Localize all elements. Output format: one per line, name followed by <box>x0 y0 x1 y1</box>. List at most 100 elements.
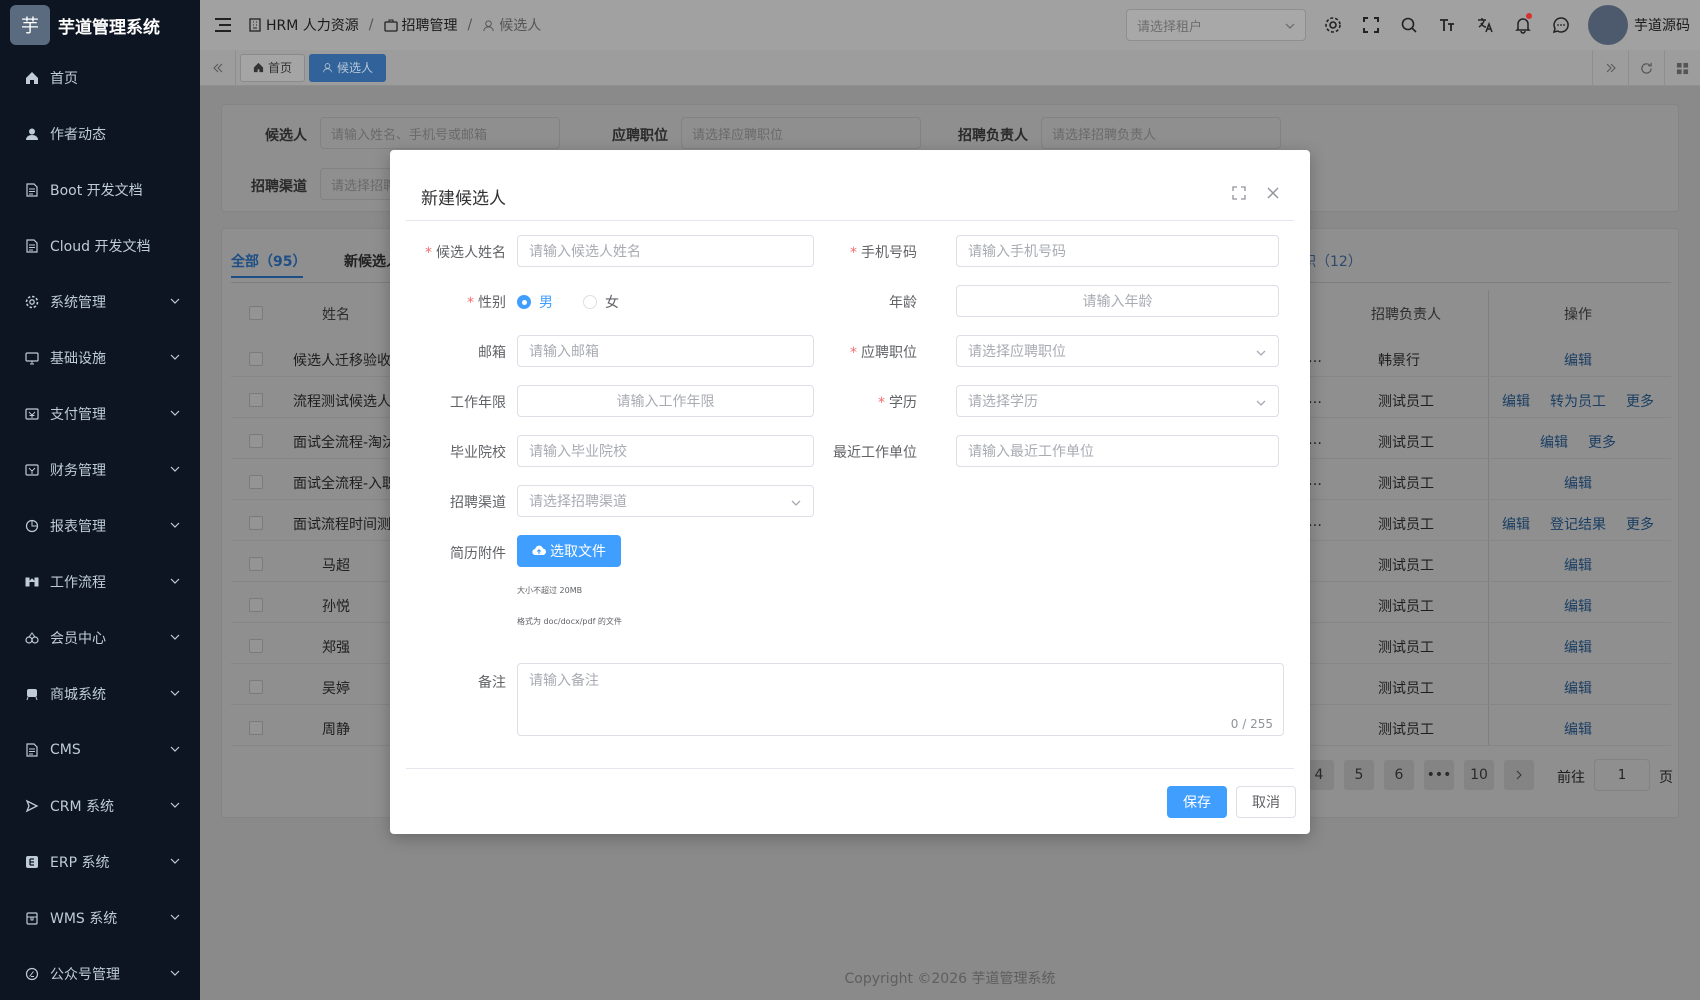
owner-cell: 测试员工 <box>1378 517 1434 533</box>
select-all-checkbox[interactable] <box>249 306 263 320</box>
tenant-select[interactable]: 请选择租户 <box>1126 9 1306 41</box>
tab-other[interactable]: 职（12） <box>1302 251 1362 271</box>
user-name[interactable]: 芋道源码 <box>1634 15 1690 35</box>
double-chevron-left-icon[interactable] <box>200 49 236 86</box>
bell-icon[interactable] <box>1504 0 1542 50</box>
breadcrumb-item[interactable]: 招聘管理 <box>383 15 458 35</box>
user-icon <box>24 126 40 142</box>
row-action-link[interactable]: 编辑 <box>1564 473 1592 493</box>
owner-cell: 测试员工 <box>1378 681 1434 697</box>
school-input[interactable]: 请输入毕业院校 <box>517 435 814 467</box>
row-checkbox[interactable] <box>249 557 263 571</box>
sidebar-item-label: 首页 <box>50 71 78 87</box>
channel-select[interactable]: 请选择招聘渠道 <box>517 485 814 517</box>
candidate-name-input[interactable]: 请输入候选人姓名 <box>517 235 814 267</box>
sidebar-item[interactable]: 商城系统 <box>0 666 200 722</box>
search-position-select[interactable]: 请选择应聘职位 <box>681 117 921 149</box>
search-owner-select[interactable]: 请选择招聘负责人 <box>1041 117 1281 149</box>
logo[interactable]: 芋 芋道管理系统 <box>0 0 200 50</box>
phone-input[interactable]: 请输入手机号码 <box>956 235 1279 267</box>
cancel-button[interactable]: 取消 <box>1236 786 1296 818</box>
recent-company-input[interactable]: 请输入最近工作单位 <box>956 435 1279 467</box>
font-size-icon[interactable] <box>1428 0 1466 50</box>
page-ellipsis[interactable]: ••• <box>1424 760 1454 790</box>
translate-icon[interactable] <box>1466 0 1504 50</box>
sidebar-item[interactable]: WMS 系统 <box>0 890 200 946</box>
chevron-down-icon <box>170 352 180 362</box>
row-action-link[interactable]: 转为员工 <box>1550 391 1606 411</box>
fullscreen-icon[interactable] <box>1232 186 1246 200</box>
row-action-link[interactable]: 编辑 <box>1564 596 1592 616</box>
education-select[interactable]: 请选择学历 <box>956 385 1279 417</box>
sidebar-item[interactable]: Boot 开发文档 <box>0 162 200 218</box>
sidebar-item[interactable]: CMS <box>0 722 200 778</box>
row-action-link[interactable]: 更多 <box>1588 432 1616 452</box>
row-action-link[interactable]: 更多 <box>1626 514 1654 534</box>
sidebar-item[interactable]: 系统管理 <box>0 274 200 330</box>
sidebar-item[interactable]: 基础设施 <box>0 330 200 386</box>
sidebar-item[interactable]: CRM 系统 <box>0 778 200 834</box>
row-checkbox[interactable] <box>249 393 263 407</box>
chat-icon[interactable] <box>1542 0 1580 50</box>
page-button[interactable]: 10 <box>1464 760 1494 790</box>
tag-home[interactable]: 首页 <box>240 53 306 82</box>
search-channel-select[interactable]: 请选择招聘渠道 <box>320 168 400 200</box>
refresh-icon[interactable] <box>1628 50 1664 86</box>
sidebar-item[interactable]: 财务管理 <box>0 442 200 498</box>
education-placeholder: 请选择学历 <box>968 394 1038 410</box>
sidebar-item[interactable]: ERP 系统 <box>0 834 200 890</box>
gender-male-radio[interactable]: 男 <box>517 292 553 312</box>
page-button[interactable]: 5 <box>1344 760 1374 790</box>
tag-candidate[interactable]: 候选人 <box>309 53 387 82</box>
email-input[interactable]: 请输入邮箱 <box>517 335 814 367</box>
age-input[interactable]: 请输入年龄 <box>956 285 1279 317</box>
page-button[interactable]: 6 <box>1384 760 1414 790</box>
sidebar-item[interactable]: 支付管理 <box>0 386 200 442</box>
row-action-link[interactable]: 更多 <box>1626 391 1654 411</box>
remark-textarea[interactable]: 请输入备注 0 / 255 <box>517 663 1284 736</box>
next-page-button[interactable] <box>1504 760 1534 790</box>
row-action-link[interactable]: 编辑 <box>1564 350 1592 370</box>
sidebar-item[interactable]: Cloud 开发文档 <box>0 218 200 274</box>
warehouse-icon <box>24 910 40 926</box>
row-checkbox[interactable] <box>249 680 263 694</box>
position-select[interactable]: 请选择应聘职位 <box>956 335 1279 367</box>
close-icon[interactable] <box>1266 186 1280 200</box>
double-chevron-right-icon[interactable] <box>1592 50 1628 86</box>
sidebar-item[interactable]: 公众号管理 <box>0 946 200 1000</box>
work-years-input[interactable]: 请输入工作年限 <box>517 385 814 417</box>
row-action-link[interactable]: 编辑 <box>1564 678 1592 698</box>
grid-icon[interactable] <box>1664 50 1700 86</box>
row-action-link[interactable]: 编辑 <box>1564 637 1592 657</box>
sidebar-item[interactable]: 报表管理 <box>0 498 200 554</box>
save-button[interactable]: 保存 <box>1167 786 1227 818</box>
row-action-link[interactable]: 编辑 <box>1540 432 1568 452</box>
row-action-link[interactable]: 编辑 <box>1502 514 1530 534</box>
sidebar-item[interactable]: 作者动态 <box>0 106 200 162</box>
row-action-link[interactable]: 编辑 <box>1564 719 1592 739</box>
row-action-link[interactable]: 登记结果 <box>1550 514 1606 534</box>
goto-page-input[interactable]: 1 <box>1594 759 1650 791</box>
row-checkbox[interactable] <box>249 721 263 735</box>
avatar[interactable] <box>1588 5 1628 45</box>
row-checkbox[interactable] <box>249 516 263 530</box>
sidebar-item[interactable]: 工作流程 <box>0 554 200 610</box>
row-checkbox[interactable] <box>249 598 263 612</box>
row-checkbox[interactable] <box>249 475 263 489</box>
row-action-link[interactable]: 编辑 <box>1502 391 1530 411</box>
tab-all[interactable]: 全部（95） <box>231 251 306 271</box>
search-icon[interactable] <box>1390 0 1428 50</box>
row-checkbox[interactable] <box>249 639 263 653</box>
gender-female-radio[interactable]: 女 <box>583 292 619 312</box>
search-candidate-input[interactable]: 请输入姓名、手机号或邮箱 <box>320 117 560 149</box>
gear-icon[interactable] <box>1314 0 1352 50</box>
hamburger-icon[interactable] <box>212 14 234 36</box>
sidebar-item[interactable]: 首页 <box>0 50 200 106</box>
row-checkbox[interactable] <box>249 434 263 448</box>
row-action-link[interactable]: 编辑 <box>1564 555 1592 575</box>
breadcrumb-item[interactable]: HRM 人力资源 <box>248 15 359 35</box>
sidebar-item[interactable]: 会员中心 <box>0 610 200 666</box>
fullscreen-icon[interactable] <box>1352 0 1390 50</box>
row-checkbox[interactable] <box>249 352 263 366</box>
select-file-button[interactable]: 选取文件 <box>517 535 621 567</box>
